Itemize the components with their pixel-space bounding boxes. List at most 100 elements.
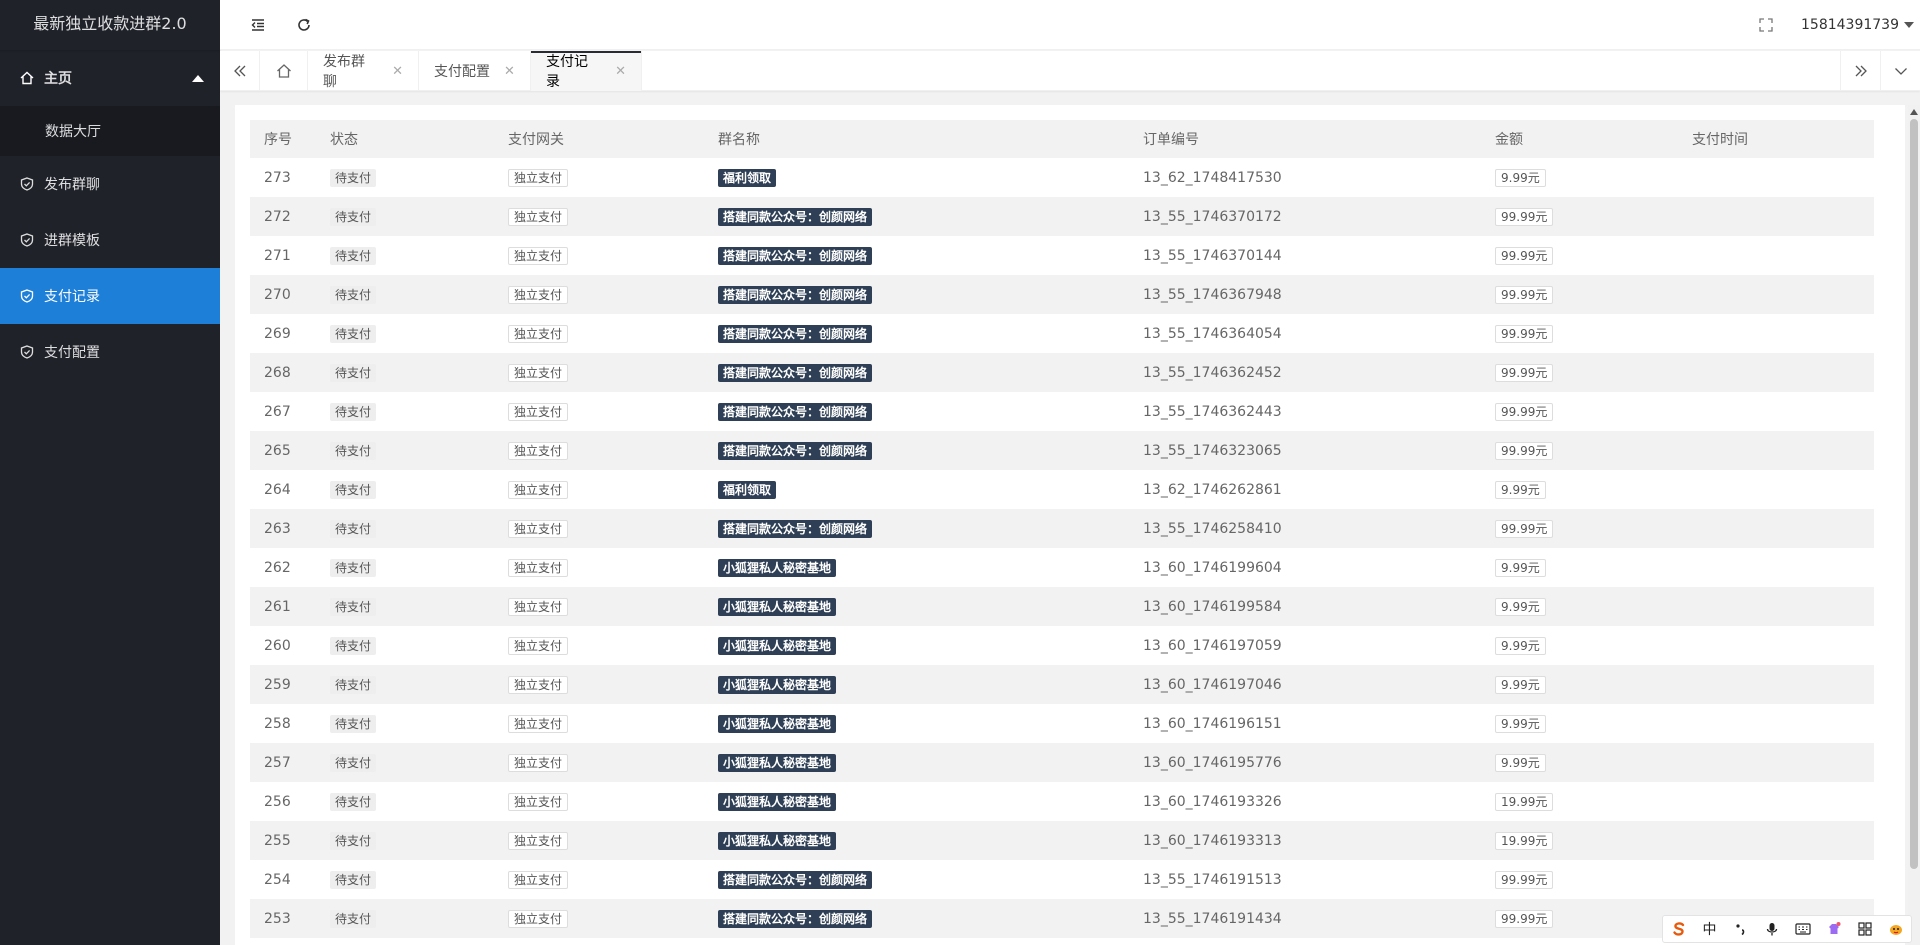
close-icon[interactable]: ✕ xyxy=(615,64,626,79)
cell-order: 13_55_1746370144 xyxy=(1143,247,1282,264)
table-row: 269 待支付 独立支付 搭建同款公众号：创颜网络 13_55_1746364054 99… xyxy=(250,314,1874,353)
cell-status: 待支付 xyxy=(316,743,494,782)
tab-label: 支付配置 xyxy=(434,64,490,80)
cell-amount: 9.99元 xyxy=(1481,704,1678,743)
tab-home[interactable] xyxy=(260,51,308,91)
cell-gateway: 独立支付 xyxy=(494,548,704,587)
cell-gateway: 独立支付 xyxy=(494,275,704,314)
sidebar: 最新独立收款进群2.0 主页 数据大厅 发布群聊 进群模板 支付记录 支付配置 xyxy=(0,0,220,945)
close-icon[interactable]: ✕ xyxy=(392,64,403,79)
cell-id: 265 xyxy=(264,442,291,459)
gateway-badge: 独立支付 xyxy=(508,675,569,694)
group-name-badge: 小狐狸私人秘密基地 xyxy=(718,753,837,772)
sidebar-item-data-hall[interactable]: 数据大厅 xyxy=(0,106,220,156)
cell-gateway: 独立支付 xyxy=(494,860,704,899)
user-menu[interactable]: 15814391739 xyxy=(1801,0,1914,50)
scrollbar[interactable] xyxy=(1908,105,1920,945)
column-header: 群名称 xyxy=(718,132,760,148)
refresh-button[interactable] xyxy=(284,0,324,50)
gateway-badge: 独立支付 xyxy=(508,792,569,811)
gateway-badge: 独立支付 xyxy=(508,324,569,343)
tab-bar: 发布群聊 ✕ 支付配置 ✕ 支付记录 ✕ xyxy=(220,51,1920,91)
ime-language-toggle[interactable]: 中 xyxy=(1699,918,1721,940)
cell-status: 待支付 xyxy=(316,509,494,548)
status-badge: 待支付 xyxy=(330,285,377,304)
indent-icon xyxy=(251,19,264,31)
status-badge: 待支付 xyxy=(330,636,377,655)
cell-pay-time xyxy=(1678,743,1874,782)
table-row: 271 待支付 独立支付 搭建同款公众号：创颜网络 13_55_1746370144 99… xyxy=(250,236,1874,275)
cell-pay-time xyxy=(1678,548,1874,587)
cell-order: 13_55_1746191513 xyxy=(1143,871,1282,888)
sidebar-group-label: 主页 xyxy=(44,71,72,87)
amount-badge: 9.99元 xyxy=(1495,558,1546,577)
cell-group: 小狐狸私人秘密基地 xyxy=(704,587,1129,626)
gateway-badge: 独立支付 xyxy=(508,597,569,616)
sidebar-item-publish-group[interactable]: 发布群聊 xyxy=(0,156,220,212)
punctuation-icon[interactable] xyxy=(1730,918,1752,940)
tabs-scroll-left-button[interactable] xyxy=(220,51,260,91)
microphone-icon[interactable] xyxy=(1761,918,1783,940)
cell-group: 搭建同款公众号：创颜网络 xyxy=(704,353,1129,392)
mascot-icon[interactable] xyxy=(1885,918,1907,940)
group-name-badge: 小狐狸私人秘密基地 xyxy=(718,597,837,616)
status-badge: 待支付 xyxy=(330,831,377,850)
fullscreen-icon xyxy=(1759,18,1773,32)
sidebar-item-payment-records[interactable]: 支付记录 xyxy=(0,268,220,324)
cell-pay-time xyxy=(1678,587,1874,626)
fullscreen-button[interactable] xyxy=(1746,0,1786,50)
cell-id: 270 xyxy=(264,286,291,303)
cell-group: 搭建同款公众号：创颜网络 xyxy=(704,392,1129,431)
caret-down-icon xyxy=(1904,22,1914,28)
scroll-up-arrow-icon[interactable] xyxy=(1910,109,1918,115)
scrollbar-thumb[interactable] xyxy=(1910,119,1918,869)
toolbox-grid-icon[interactable] xyxy=(1854,918,1876,940)
status-badge: 待支付 xyxy=(330,246,377,265)
tab-payment-records[interactable]: 支付记录 ✕ xyxy=(531,51,642,91)
tabs-menu-button[interactable] xyxy=(1880,51,1920,91)
skin-icon[interactable] xyxy=(1823,918,1845,940)
cell-id: 269 xyxy=(264,325,291,342)
gateway-badge: 独立支付 xyxy=(508,831,569,850)
main-content: 序号 状态 支付网关 群名称 订单编号 金额 支付时间 273 待支付 独立支付 福利… xyxy=(235,105,1905,945)
cell-id: 273 xyxy=(264,169,291,186)
sidebar-group-home[interactable]: 主页 xyxy=(0,50,220,106)
table-row: 263 待支付 独立支付 搭建同款公众号：创颜网络 13_55_1746258410 99… xyxy=(250,509,1874,548)
cell-group: 搭建同款公众号：创颜网络 xyxy=(704,314,1129,353)
app-title: 最新独立收款进群2.0 xyxy=(0,0,220,50)
collapse-sidebar-button[interactable] xyxy=(238,0,278,50)
cell-id: 260 xyxy=(264,637,291,654)
status-badge: 待支付 xyxy=(330,753,377,772)
close-icon[interactable]: ✕ xyxy=(504,64,515,79)
tab-publish-group[interactable]: 发布群聊 ✕ xyxy=(308,51,419,91)
cell-id: 256 xyxy=(264,793,291,810)
cell-group: 福利领取 xyxy=(704,470,1129,509)
cell-group: 福利领取 xyxy=(704,158,1129,197)
sidebar-item-payment-config[interactable]: 支付配置 xyxy=(0,324,220,380)
cell-gateway: 独立支付 xyxy=(494,626,704,665)
group-name-badge: 搭建同款公众号：创颜网络 xyxy=(718,402,873,421)
cell-pay-time xyxy=(1678,275,1874,314)
tabs-scroll-right-button[interactable] xyxy=(1840,51,1880,91)
shield-check-icon xyxy=(20,233,34,247)
cell-pay-time xyxy=(1678,392,1874,431)
cell-gateway: 独立支付 xyxy=(494,743,704,782)
cell-amount: 99.99元 xyxy=(1481,392,1678,431)
sidebar-item-join-template[interactable]: 进群模板 xyxy=(0,212,220,268)
cell-id: 271 xyxy=(264,247,291,264)
cell-amount: 9.99元 xyxy=(1481,548,1678,587)
gateway-badge: 独立支付 xyxy=(508,636,569,655)
cell-pay-time xyxy=(1678,314,1874,353)
cell-group: 小狐狸私人秘密基地 xyxy=(704,743,1129,782)
tab-payment-config[interactable]: 支付配置 ✕ xyxy=(419,51,531,91)
cell-pay-time xyxy=(1678,197,1874,236)
gateway-badge: 独立支付 xyxy=(508,363,569,382)
table-row: 261 待支付 独立支付 小狐狸私人秘密基地 13_60_1746199584 9.99元 xyxy=(250,587,1874,626)
keyboard-icon[interactable] xyxy=(1792,918,1814,940)
gateway-badge: 独立支付 xyxy=(508,558,569,577)
cell-group: 搭建同款公众号：创颜网络 xyxy=(704,275,1129,314)
sogou-logo-icon[interactable] xyxy=(1668,918,1690,940)
cell-pay-time xyxy=(1678,470,1874,509)
cell-gateway: 独立支付 xyxy=(494,470,704,509)
cell-status: 待支付 xyxy=(316,821,494,860)
